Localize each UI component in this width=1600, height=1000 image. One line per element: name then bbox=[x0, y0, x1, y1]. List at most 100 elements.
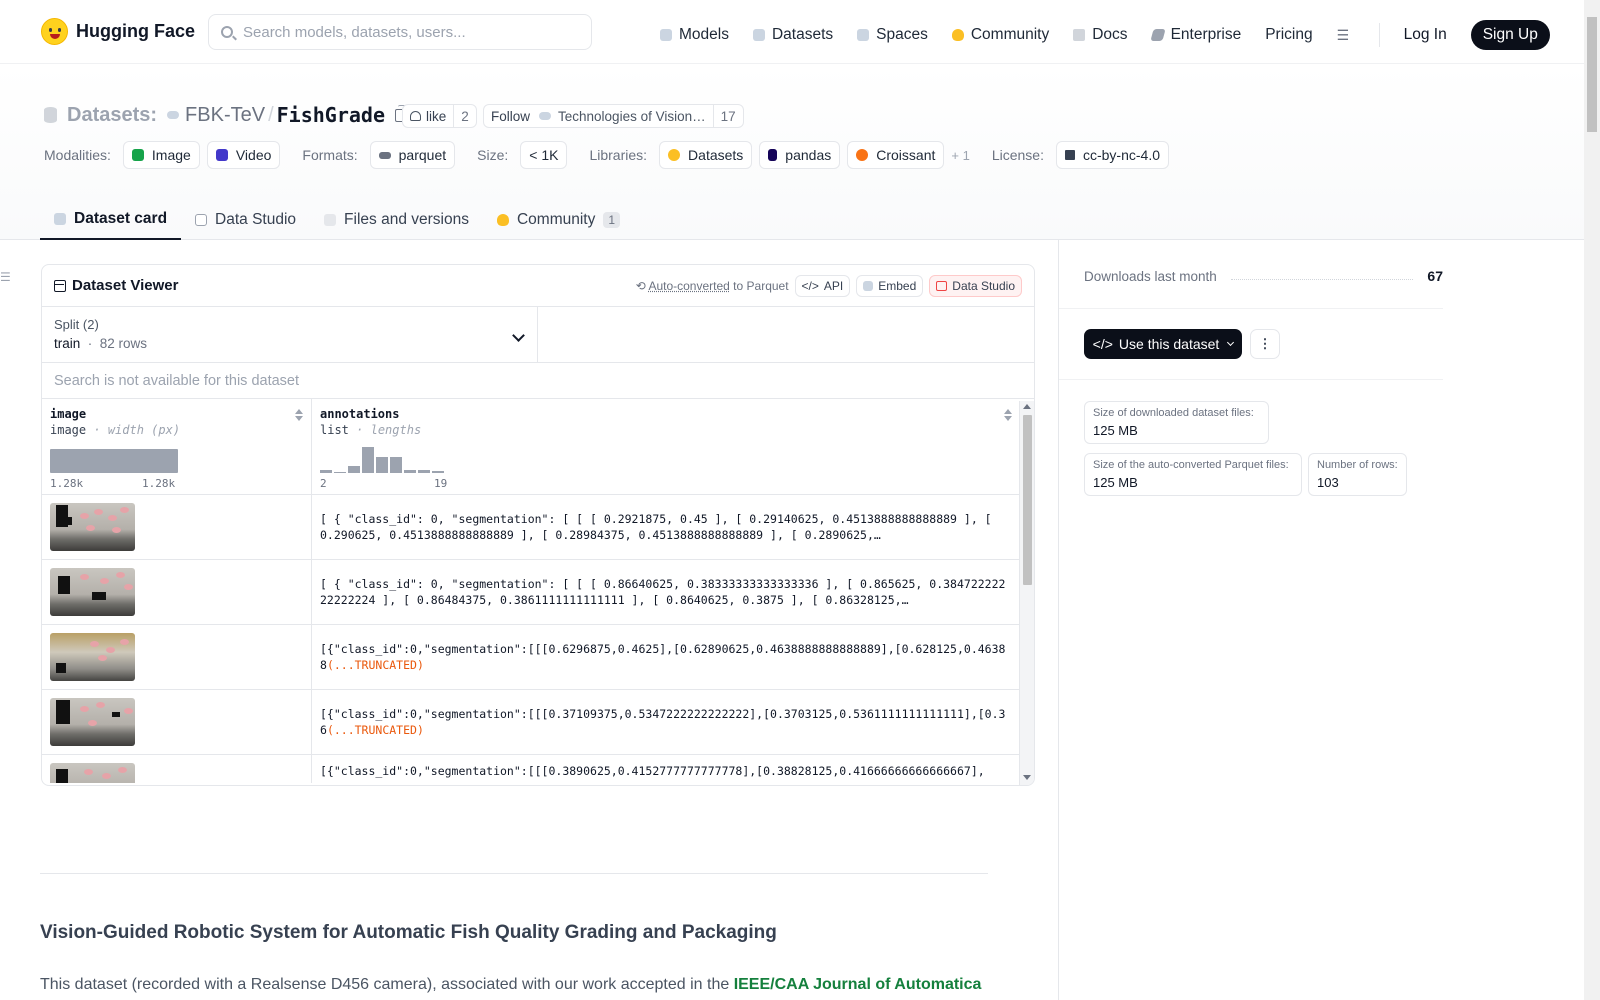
repo-name[interactable]: FishGrade bbox=[277, 103, 385, 127]
database-icon bbox=[44, 107, 57, 123]
embed-icon bbox=[863, 280, 874, 291]
more-options-button[interactable]: ⋮ bbox=[1250, 329, 1280, 359]
signup-button[interactable]: Sign Up bbox=[1470, 20, 1550, 50]
nav-docs[interactable]: Docs bbox=[1073, 26, 1128, 44]
like-button[interactable]: like 2 bbox=[402, 104, 477, 128]
nav-datasets[interactable]: Datasets bbox=[752, 26, 833, 44]
table-row[interactable]: [{"class_id":0,"segmentation":[[[0.37109… bbox=[42, 690, 1034, 755]
annotations-cell[interactable]: [{"class_id":0,"segmentation":[[[0.62968… bbox=[312, 625, 1020, 689]
search-icon bbox=[221, 26, 233, 38]
page-scrollbar-thumb[interactable] bbox=[1587, 17, 1597, 132]
parquet-icon bbox=[378, 151, 391, 159]
table-row[interactable]: [ { "class_id": 0, "segmentation": [ [ [… bbox=[42, 495, 1034, 560]
split-selector[interactable]: Split (2) train · 82 rows bbox=[42, 307, 538, 362]
files-icon bbox=[324, 213, 337, 226]
viewer-search-unavailable: Search is not available for this dataset bbox=[42, 363, 1034, 399]
sort-icon[interactable] bbox=[295, 409, 303, 421]
api-button[interactable]: </> API bbox=[794, 274, 851, 297]
org-avatar-icon bbox=[539, 112, 552, 120]
histogram-bar bbox=[376, 457, 388, 473]
croissant-icon bbox=[856, 149, 869, 161]
nav-community[interactable]: Community bbox=[951, 26, 1049, 44]
sidebar-divider bbox=[1058, 240, 1059, 1000]
annotations-cell[interactable]: [{"class_id":0,"segmentation":[[[0.37109… bbox=[312, 690, 1020, 754]
tab-data-studio[interactable]: Data Studio bbox=[181, 199, 310, 240]
annotations-cell[interactable]: [ { "class_id": 0, "segmentation": [ [ [… bbox=[312, 560, 1020, 624]
table-row[interactable]: [{"class_id":0,"segmentation":[[[0.62968… bbox=[42, 625, 1034, 690]
image-thumbnail[interactable] bbox=[50, 698, 135, 746]
nav-models[interactable]: Models bbox=[660, 26, 729, 44]
page-scrollbar[interactable] bbox=[1584, 0, 1600, 1000]
search-input[interactable]: Search models, datasets, users... bbox=[208, 14, 592, 50]
table-row[interactable]: [{"class_id":0,"segmentation":[[[0.38906… bbox=[42, 755, 1034, 783]
database-icon bbox=[752, 29, 765, 41]
scroll-down-icon[interactable] bbox=[1023, 775, 1031, 780]
like-count: 2 bbox=[453, 105, 476, 127]
scrollbar-thumb[interactable] bbox=[1023, 415, 1032, 585]
nav-spaces[interactable]: Spaces bbox=[857, 26, 928, 44]
card-paragraph: This dataset (recorded with a Realsense … bbox=[40, 976, 982, 993]
more-menu-icon[interactable]: ☰ bbox=[1337, 27, 1355, 44]
cube-icon bbox=[660, 29, 672, 41]
dataset-viewer: Dataset Viewer ⟲ Auto-converted to Parqu… bbox=[41, 264, 1035, 786]
nav-pricing[interactable]: Pricing bbox=[1265, 26, 1312, 44]
stat-download-size: Size of downloaded dataset files: 125 MB bbox=[1084, 401, 1269, 444]
table-scrollbar[interactable] bbox=[1019, 401, 1034, 785]
image-thumbnail[interactable] bbox=[50, 503, 135, 551]
table-icon bbox=[195, 213, 208, 226]
format-parquet-tag[interactable]: parquet bbox=[369, 141, 456, 169]
nav-enterprise[interactable]: Enterprise bbox=[1149, 26, 1241, 44]
size-tag[interactable]: < 1K bbox=[520, 141, 568, 169]
library-datasets-tag[interactable]: Datasets bbox=[659, 141, 753, 169]
modality-video-tag[interactable]: Video bbox=[206, 141, 281, 169]
annotations-cell[interactable]: [ { "class_id": 0, "segmentation": [ [ [… bbox=[312, 495, 1020, 559]
tab-community[interactable]: Community 1 bbox=[483, 199, 634, 240]
chevron-down-icon bbox=[1227, 338, 1235, 347]
community-count-badge: 1 bbox=[603, 211, 621, 228]
image-thumbnail[interactable] bbox=[50, 633, 135, 681]
embed-button[interactable]: Embed bbox=[856, 274, 924, 297]
column-header-image[interactable]: image image · width (px) 1.28k 1.28k bbox=[42, 399, 312, 494]
library-croissant-tag[interactable]: Croissant bbox=[847, 141, 945, 169]
hf-logo-link[interactable]: Hugging Face bbox=[41, 18, 195, 45]
toc-toggle-icon[interactable]: ☰ bbox=[0, 270, 11, 284]
hist-max-label: 1.28k bbox=[142, 477, 176, 490]
scroll-up-icon[interactable] bbox=[1023, 404, 1031, 409]
breadcrumb: Datasets: FBK-TeV / FishGrade bbox=[44, 103, 409, 127]
column-header-annotations[interactable]: annotations list · lengths 2 19 bbox=[312, 399, 1020, 494]
card-heading: Vision-Guided Robotic System for Automat… bbox=[40, 922, 777, 943]
follow-org-button[interactable]: Follow Technologies of Vision… 17 bbox=[483, 104, 744, 128]
tab-dataset-card[interactable]: Dataset card bbox=[40, 199, 182, 240]
login-link[interactable]: Log In bbox=[1404, 26, 1447, 44]
hugging-face-logo-icon bbox=[41, 18, 68, 45]
table-row[interactable]: [ { "class_id": 0, "segmentation": [ [ [… bbox=[42, 560, 1034, 625]
data-studio-button[interactable]: Data Studio bbox=[929, 274, 1022, 297]
use-this-dataset-button[interactable]: </> Use this dataset bbox=[1084, 329, 1242, 359]
tab-files-and-versions[interactable]: Files and versions bbox=[310, 199, 483, 240]
sidebar-divider bbox=[1059, 379, 1443, 380]
hugging-hands-icon bbox=[496, 213, 509, 226]
image-thumbnail[interactable] bbox=[50, 763, 135, 783]
license-tag[interactable]: cc-by-nc-4.0 bbox=[1055, 141, 1169, 169]
journal-link[interactable]: IEEE/CAA Journal of Automatica bbox=[734, 976, 982, 993]
modality-image-tag[interactable]: Image bbox=[122, 141, 200, 169]
table-body: [ { "class_id": 0, "segmentation": [ [ [… bbox=[42, 495, 1034, 783]
nav-divider bbox=[1378, 23, 1380, 47]
image-thumbnail[interactable] bbox=[50, 568, 135, 616]
library-pandas-tag[interactable]: pandas bbox=[759, 141, 841, 169]
stat-number-of-rows: Number of rows: 103 bbox=[1308, 453, 1407, 496]
bank-icon bbox=[1064, 150, 1075, 160]
brand-name: Hugging Face bbox=[76, 21, 196, 41]
annotations-cell[interactable]: [{"class_id":0,"segmentation":[[[0.38906… bbox=[312, 755, 1020, 783]
cube-icon bbox=[54, 212, 66, 225]
hugging-face-icon bbox=[668, 149, 681, 161]
histogram-bar bbox=[334, 472, 346, 473]
org-link[interactable]: FBK-TeV bbox=[185, 104, 265, 127]
viewer-title: Dataset Viewer bbox=[54, 277, 178, 294]
pandas-icon bbox=[768, 149, 778, 161]
heart-icon bbox=[410, 111, 421, 121]
sort-icon[interactable] bbox=[1004, 409, 1012, 421]
auto-converted-note[interactable]: ⟲ Auto-converted to Parquet bbox=[636, 279, 789, 293]
repo-kind-link[interactable]: Datasets: bbox=[67, 104, 157, 127]
more-libraries[interactable]: + 1 bbox=[951, 148, 969, 163]
